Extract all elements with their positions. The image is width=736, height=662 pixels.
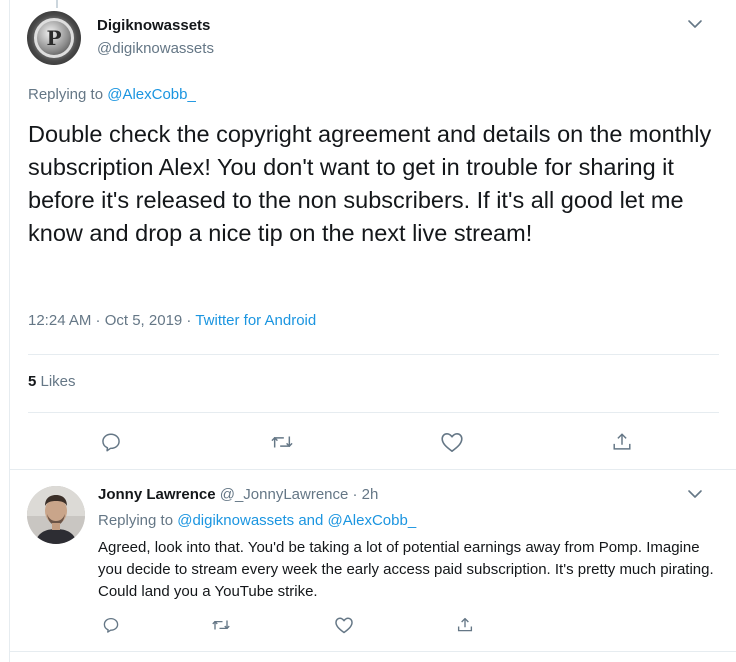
- replying-to-user-link[interactable]: @AlexCobb_: [328, 512, 417, 529]
- chevron-down-icon[interactable]: [687, 488, 703, 500]
- replying-to-line: Replying to @AlexCobb_: [28, 86, 196, 103]
- retweet-icon: [212, 620, 230, 630]
- replying-to-label: Replying to: [28, 86, 104, 103]
- divider: [28, 412, 719, 413]
- tweet-timestamp[interactable]: 12:24 AM · Oct 5, 2019 ·: [28, 312, 195, 329]
- share-icon: [457, 617, 473, 632]
- share-button[interactable]: [608, 428, 636, 456]
- like-icon: [441, 433, 463, 452]
- replying-to-user-link[interactable]: @AlexCobb_: [107, 86, 196, 103]
- retweet-button[interactable]: [268, 428, 296, 456]
- replying-to-and: and: [298, 512, 324, 529]
- avatar-logo: P: [34, 18, 74, 58]
- reply-author-meta[interactable]: @_JonnyLawrence · 2h: [220, 486, 379, 503]
- reply-author-avatar[interactable]: [27, 486, 85, 544]
- divider: [28, 354, 719, 355]
- reply-tweet-text: Agreed, look into that. You'd be taking …: [98, 539, 714, 600]
- replying-to-user-link[interactable]: @digiknowassets: [177, 512, 294, 529]
- like-button[interactable]: [330, 611, 358, 639]
- retweet-button[interactable]: [207, 611, 235, 639]
- author-handle[interactable]: @digiknowassets: [97, 40, 214, 57]
- tweet-source-link[interactable]: Twitter for Android: [195, 312, 316, 329]
- tweet-text: Double check the copyright agreement and…: [28, 121, 712, 246]
- reply-replying-to-line: Replying to @digiknowassets and @AlexCob…: [98, 512, 416, 529]
- likes-count[interactable]: 5 Likes: [28, 373, 76, 390]
- author-name[interactable]: Digiknowassets: [97, 17, 210, 34]
- share-button[interactable]: [451, 611, 479, 639]
- replying-to-label: Replying to: [98, 512, 174, 529]
- retweet-icon: [271, 436, 293, 448]
- reply-author-line: Jonny Lawrence @_JonnyLawrence · 2h: [98, 486, 378, 503]
- tweet-timestamp-line: 12:24 AM · Oct 5, 2019 · Twitter for And…: [28, 312, 316, 329]
- reply-tweet: Jonny Lawrence @_JonnyLawrence · 2h Repl…: [10, 470, 736, 650]
- divider: [10, 651, 736, 652]
- reply-icon: [102, 433, 120, 452]
- main-tweet: P Digiknowassets @digiknowassets Replyin…: [10, 0, 736, 469]
- like-icon: [335, 617, 353, 634]
- like-button[interactable]: [438, 428, 466, 456]
- reply-icon: [103, 617, 119, 633]
- reply-author-name[interactable]: Jonny Lawrence: [98, 486, 216, 503]
- profile-photo-icon: [27, 486, 85, 544]
- likes-label: Likes: [36, 373, 76, 390]
- reply-button[interactable]: [97, 611, 125, 639]
- reply-button[interactable]: [97, 428, 125, 456]
- chevron-down-icon[interactable]: [687, 18, 703, 30]
- share-icon: [613, 433, 631, 450]
- author-avatar[interactable]: P: [27, 11, 81, 65]
